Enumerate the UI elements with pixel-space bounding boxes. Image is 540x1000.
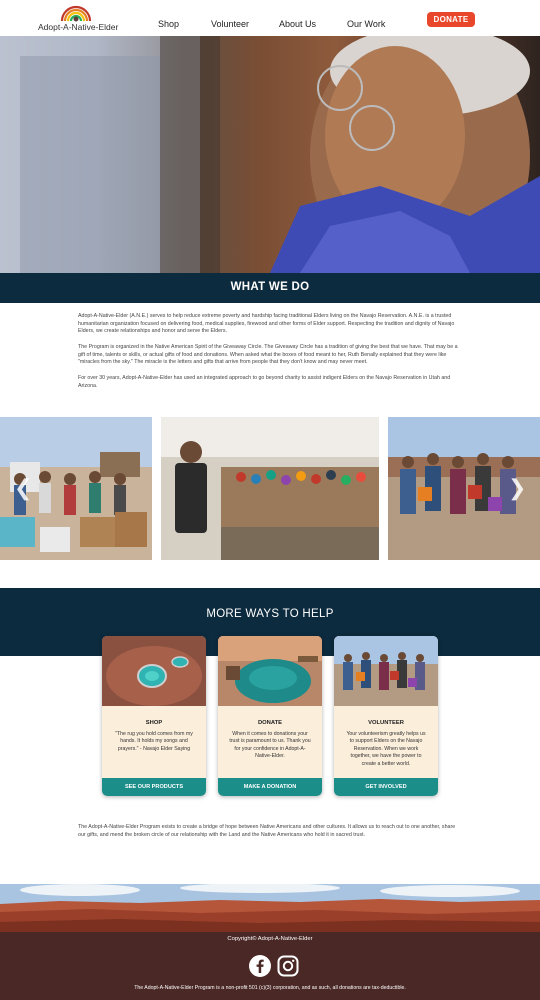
tax-disclaimer: The Adopt-A-Native-Elder Program is a no…	[134, 985, 406, 991]
what-we-do-paragraph: The Program is organized in the Native A…	[78, 344, 458, 366]
gallery-photo-market-stall	[161, 417, 379, 560]
shop-card-text: "The rug you hold comes from my hands. I…	[115, 731, 193, 752]
volunteer-card: VOLUNTEER Your volunteerism greatly help…	[334, 636, 438, 796]
donate-card-text: When it comes to donations your trust is…	[229, 731, 311, 760]
nav-our-work[interactable]: Our Work	[347, 19, 385, 29]
volunteer-card-text: Your volunteerism greatly helps us to su…	[346, 731, 426, 767]
donate-button[interactable]: DONATE	[427, 12, 475, 27]
elder-portrait-illustration	[0, 36, 540, 273]
site-logo[interactable]: Adopt-A-Native-Elder	[38, 4, 119, 34]
gallery-prev-icon[interactable]: ❮	[14, 478, 32, 500]
market-stall-illustration	[161, 417, 379, 560]
make-a-donation-button[interactable]: MAKE A DONATION	[218, 778, 322, 796]
shop-card-image	[102, 636, 206, 706]
shop-card: SHOP "The rug you hold comes from my han…	[102, 636, 206, 796]
what-we-do-paragraph: For over 30 years, Adopt-A-Native-Elder …	[78, 375, 451, 389]
nav-shop[interactable]: Shop	[158, 19, 179, 29]
rainbow-logo-icon	[60, 5, 92, 22]
see-our-products-button[interactable]: SEE OUR PRODUCTS	[102, 778, 206, 796]
site-header: Adopt-A-Native-Elder Shop Volunteer Abou…	[0, 0, 540, 36]
copyright-text: Copyright© Adopt-A-Native-Elder	[227, 936, 313, 942]
donate-card: DONATE When it comes to donations your t…	[218, 636, 322, 796]
volunteer-card-image	[334, 636, 438, 706]
donate-card-image	[218, 636, 322, 706]
facebook-icon[interactable]	[249, 955, 271, 977]
canyon-landscape-illustration	[0, 884, 540, 932]
logo-text: Adopt-A-Native-Elder	[38, 22, 119, 32]
gallery-next-icon[interactable]: ❯	[508, 478, 526, 500]
shop-card-title: SHOP	[145, 720, 163, 726]
volunteer-card-title: VOLUNTEER	[368, 720, 404, 726]
nav-about-us[interactable]: About Us	[279, 19, 316, 29]
hero-image	[0, 36, 540, 273]
what-we-do-paragraph: Adopt-A-Native-Elder (A.N.E.) serves to …	[78, 313, 455, 335]
instagram-icon[interactable]	[277, 955, 299, 977]
what-we-do-title: WHAT WE DO	[230, 281, 310, 293]
donate-card-title: DONATE	[257, 720, 283, 726]
turquoise-ring-hand-illustration	[102, 636, 206, 706]
more-ways-title: MORE WAYS TO HELP	[206, 608, 334, 620]
volunteer-group-illustration	[334, 636, 438, 706]
canyon-landscape-image	[0, 884, 540, 932]
get-involved-button[interactable]: GET INVOLVED	[334, 778, 438, 796]
closing-paragraph: The Adopt-A-Native-Elder Program exists …	[78, 824, 456, 838]
nav-volunteer[interactable]: Volunteer	[211, 19, 249, 29]
weaving-wool-illustration	[218, 636, 322, 706]
